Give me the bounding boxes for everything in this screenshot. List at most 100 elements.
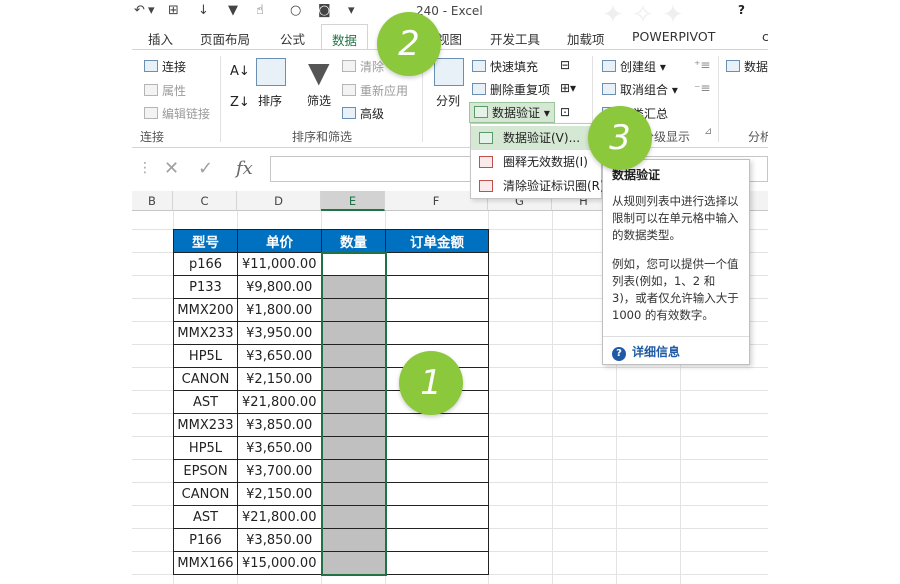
header-price[interactable]: 单价 [237, 229, 322, 253]
cell-amount[interactable] [385, 321, 489, 345]
cell-quantity[interactable] [320, 551, 387, 576]
cell-price[interactable]: ¥21,800.00 [237, 505, 322, 529]
enter-icon[interactable]: ✓ [198, 158, 213, 179]
column-header-b[interactable]: B [132, 191, 173, 211]
cell-model[interactable]: MMX200 [173, 298, 238, 322]
cell-model[interactable]: MMX233 [173, 321, 238, 345]
cell-model[interactable]: EPSON [173, 459, 238, 483]
tab-addins[interactable]: 加载项 [567, 29, 605, 48]
column-header-e[interactable]: E [321, 191, 385, 211]
cell-quantity[interactable] [320, 298, 387, 322]
cell-price[interactable]: ¥11,000.00 [237, 252, 322, 276]
cell-price[interactable]: ¥3,850.00 [237, 528, 322, 552]
camera-icon[interactable]: ◙ [318, 3, 331, 18]
ungroup-button[interactable]: 取消组合 ▾ [602, 81, 678, 98]
cell-model[interactable]: HP5L [173, 436, 238, 460]
cell-quantity[interactable] [320, 321, 387, 345]
hide-detail-icon[interactable]: ⁻≡ [694, 81, 710, 95]
cell-amount[interactable] [385, 528, 489, 552]
header-quantity[interactable]: 数量 [321, 229, 386, 253]
cancel-icon[interactable]: ✕ [164, 158, 179, 179]
tell-me-more-link[interactable]: ? 详细信息 [603, 336, 749, 364]
tab-formulas[interactable]: 公式 [280, 29, 305, 48]
cell-price[interactable]: ¥9,800.00 [237, 275, 322, 299]
cell-quantity[interactable] [320, 459, 387, 483]
cell-price[interactable]: ¥15,000.00 [237, 551, 322, 575]
cell-price[interactable]: ¥1,800.00 [237, 298, 322, 322]
what-if-icon[interactable]: ⊞▾ [560, 81, 576, 95]
cell-model[interactable]: MMX166 [173, 551, 238, 575]
tab-page-layout[interactable]: 页面布局 [200, 29, 250, 48]
cell-amount[interactable] [385, 413, 489, 437]
cell-model[interactable]: CANON [173, 482, 238, 506]
cell-amount[interactable] [385, 275, 489, 299]
menu-item-circle-invalid[interactable]: 圈释无效数据(I) [471, 150, 601, 174]
sort-descending-icon[interactable]: Z↓ [230, 95, 250, 110]
cell-quantity[interactable] [320, 344, 387, 368]
cell-model[interactable]: P166 [173, 528, 238, 552]
cell-quantity[interactable] [320, 436, 387, 460]
connections-button[interactable]: 连接 [144, 58, 186, 75]
edit-links-button[interactable]: 编辑链接 [144, 105, 210, 122]
header-order-amount[interactable]: 订单金额 [385, 229, 489, 253]
relationships-icon[interactable]: ⊡ [560, 105, 570, 119]
reapply-button[interactable]: 重新应用 [342, 82, 408, 99]
data-analysis-button[interactable]: 数据 [726, 58, 768, 75]
text-to-columns-button[interactable]: 分列 [436, 92, 460, 109]
cell-amount[interactable] [385, 551, 489, 575]
flash-fill-button[interactable]: 快速填充 [472, 58, 538, 75]
cell-amount[interactable] [385, 459, 489, 483]
header-model[interactable]: 型号 [173, 229, 238, 253]
consolidate-icon[interactable]: ⊟ [560, 58, 570, 72]
data-validation-button[interactable]: 数据验证 ▾ [469, 102, 555, 123]
cell-price[interactable]: ¥3,850.00 [237, 413, 322, 437]
filter-icon[interactable]: ▼ [228, 3, 238, 18]
tab-developer[interactable]: 开发工具 [490, 29, 540, 48]
cell-price[interactable]: ¥3,650.00 [237, 436, 322, 460]
cell-amount[interactable] [385, 505, 489, 529]
group-button[interactable]: 创建组 ▾ [602, 58, 666, 75]
dialog-launcher-icon[interactable]: ⊿ [704, 126, 712, 137]
show-detail-icon[interactable]: ⁺≡ [694, 58, 710, 72]
cell-quantity[interactable] [320, 413, 387, 437]
tab-insert[interactable]: 插入 [148, 29, 173, 48]
tab-overflow[interactable]: c [762, 29, 768, 44]
menu-item-clear-circles[interactable]: 清除验证标识圈(R) [471, 174, 605, 198]
circle-icon[interactable]: ○ [290, 3, 301, 18]
cell-amount[interactable] [385, 436, 489, 460]
properties-button[interactable]: 属性 [144, 82, 186, 99]
tab-powerpivot[interactable]: POWERPIVOT [632, 29, 715, 44]
cell-quantity[interactable] [320, 505, 387, 529]
sort-button[interactable]: 排序 [258, 92, 282, 109]
cell-model[interactable]: CANON [173, 367, 238, 391]
cell-price[interactable]: ¥3,650.00 [237, 344, 322, 368]
cell-quantity[interactable] [320, 367, 387, 391]
cell-model[interactable]: P133 [173, 275, 238, 299]
cell-price[interactable]: ¥3,950.00 [237, 321, 322, 345]
cell-model[interactable]: HP5L [173, 344, 238, 368]
cell-model[interactable]: MMX233 [173, 413, 238, 437]
dropdown-arrow-icon[interactable]: ▾ [148, 3, 155, 18]
connect-icon[interactable]: ⊞ [168, 3, 179, 18]
cell-quantity[interactable] [320, 482, 387, 506]
cell-quantity-active[interactable] [320, 251, 387, 276]
remove-duplicates-button[interactable]: 删除重复项 [472, 81, 550, 98]
cell-amount[interactable] [385, 298, 489, 322]
cell-model[interactable]: AST [173, 390, 238, 414]
touch-mode-icon[interactable]: ☝ [256, 3, 264, 18]
cell-price[interactable]: ¥3,700.00 [237, 459, 322, 483]
cell-price[interactable]: ¥21,800.00 [237, 390, 322, 414]
tab-data[interactable]: 数据 [321, 24, 369, 51]
column-header-d[interactable]: D [237, 191, 321, 211]
cell-quantity[interactable] [320, 275, 387, 299]
cell-amount[interactable] [385, 252, 489, 276]
sort-az-icon[interactable]: ↓ [198, 3, 209, 18]
cell-amount[interactable] [385, 482, 489, 506]
cell-model[interactable]: AST [173, 505, 238, 529]
advanced-button[interactable]: 高级 [342, 105, 384, 122]
insert-function-icon[interactable]: fx [236, 158, 253, 179]
undo-arrow-icon[interactable]: ↶ [134, 3, 145, 18]
filter-button[interactable]: 筛选 [307, 92, 331, 109]
cell-quantity[interactable] [320, 528, 387, 552]
menu-item-data-validation[interactable]: 数据验证(V)... [471, 126, 601, 150]
